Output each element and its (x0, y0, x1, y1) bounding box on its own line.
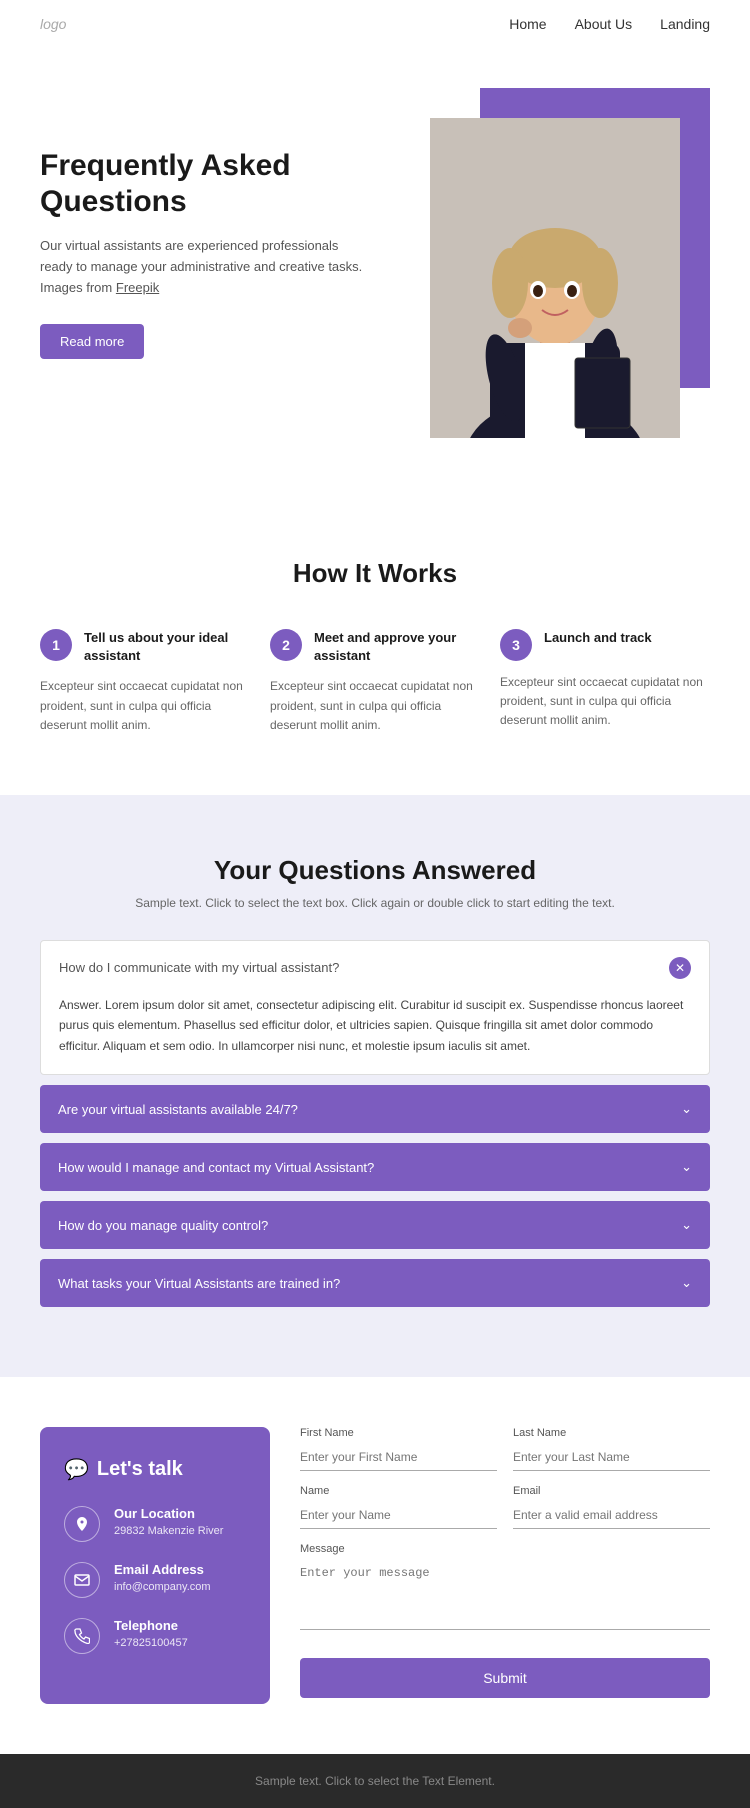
chevron-down-icon-1: ⌄ (681, 1101, 692, 1117)
navbar: logo Home About Us Landing (0, 0, 750, 48)
contact-email-info: Email Address info@company.com (114, 1562, 211, 1593)
name-group: Name (300, 1485, 497, 1529)
how-it-works-title: How It Works (40, 558, 710, 589)
contact-card-title: 💬 Let's talk (64, 1457, 246, 1482)
form-row-3: Message (300, 1543, 710, 1630)
last-name-group: Last Name (513, 1427, 710, 1471)
contact-phone-item: Telephone +27825100457 (64, 1618, 246, 1654)
hero-content: Frequently Asked Questions Our virtual a… (40, 88, 385, 359)
step-1: 1 Tell us about your ideal assistant Exc… (40, 629, 250, 735)
email-group: Email (513, 1485, 710, 1529)
faq-item-closed-2[interactable]: How would I manage and contact my Virtua… (40, 1143, 710, 1191)
faq-open-answer: Answer. Lorem ipsum dolor sit amet, cons… (41, 995, 709, 1074)
step-3-number: 3 (500, 629, 532, 661)
contact-card: 💬 Let's talk Our Location 29832 Makenzie… (40, 1427, 270, 1704)
contact-phone-info: Telephone +27825100457 (114, 1618, 188, 1649)
faq-open-icon: ✕ (669, 957, 691, 979)
step-2-number: 2 (270, 629, 302, 661)
hero-description: Our virtual assistants are experienced p… (40, 236, 365, 298)
nav-about[interactable]: About Us (575, 16, 633, 32)
location-icon (64, 1506, 100, 1542)
form-row-2: Name Email (300, 1485, 710, 1529)
logo: logo (40, 16, 66, 32)
location-label: Our Location (114, 1506, 223, 1521)
faq-closed-3-text: How do you manage quality control? (58, 1218, 268, 1233)
faq-open-question-text: How do I communicate with my virtual ass… (59, 960, 339, 975)
name-input[interactable] (300, 1502, 497, 1529)
step-2-header: 2 Meet and approve your assistant (270, 629, 480, 665)
phone-value: +27825100457 (114, 1637, 188, 1649)
step-2: 2 Meet and approve your assistant Except… (270, 629, 480, 735)
step-2-text: Excepteur sint occaecat cupidatat non pr… (270, 677, 480, 735)
step-1-number: 1 (40, 629, 72, 661)
freepik-link[interactable]: Freepik (116, 280, 159, 295)
faq-closed-4-text: What tasks your Virtual Assistants are t… (58, 1276, 340, 1291)
contact-location-info: Our Location 29832 Makenzie River (114, 1506, 223, 1537)
contact-email-item: Email Address info@company.com (64, 1562, 246, 1598)
first-name-input[interactable] (300, 1444, 497, 1471)
phone-label: Telephone (114, 1618, 188, 1633)
submit-button[interactable]: Submit (300, 1658, 710, 1698)
faq-item-closed-1[interactable]: Are your virtual assistants available 24… (40, 1085, 710, 1133)
step-1-title: Tell us about your ideal assistant (84, 629, 250, 665)
last-name-input[interactable] (513, 1444, 710, 1471)
faq-item-closed-3[interactable]: How do you manage quality control? ⌄ (40, 1201, 710, 1249)
step-3-title: Launch and track (544, 629, 652, 647)
faq-closed-1-text: Are your virtual assistants available 24… (58, 1102, 298, 1117)
hero-title: Frequently Asked Questions (40, 148, 365, 220)
contact-section: 💬 Let's talk Our Location 29832 Makenzie… (0, 1377, 750, 1754)
faq-title: Your Questions Answered (40, 855, 710, 886)
step-3-header: 3 Launch and track (500, 629, 710, 661)
hero-image (430, 118, 680, 438)
step-3-text: Excepteur sint occaecat cupidatat non pr… (500, 673, 710, 731)
contact-location-item: Our Location 29832 Makenzie River (64, 1506, 246, 1542)
chat-icon: 💬 (64, 1457, 89, 1482)
faq-closed-2-text: How would I manage and contact my Virtua… (58, 1160, 374, 1175)
step-3: 3 Launch and track Excepteur sint occaec… (500, 629, 710, 735)
how-it-works-section: How It Works 1 Tell us about your ideal … (0, 498, 750, 795)
contact-form: First Name Last Name Name Email Message (300, 1427, 710, 1698)
location-value: 29832 Makenzie River (114, 1525, 223, 1537)
faq-subtitle: Sample text. Click to select the text bo… (40, 896, 710, 910)
email-icon (64, 1562, 100, 1598)
faq-item-open[interactable]: How do I communicate with my virtual ass… (40, 940, 710, 1075)
chevron-down-icon-3: ⌄ (681, 1217, 692, 1233)
hero-image-wrapper (385, 88, 710, 438)
nav-landing[interactable]: Landing (660, 16, 710, 32)
message-group: Message (300, 1543, 710, 1630)
step-2-title: Meet and approve your assistant (314, 629, 480, 665)
phone-icon (64, 1618, 100, 1654)
name-label: Name (300, 1485, 497, 1497)
footer: Sample text. Click to select the Text El… (0, 1754, 750, 1808)
footer-text: Sample text. Click to select the Text El… (255, 1774, 495, 1788)
faq-item-closed-4[interactable]: What tasks your Virtual Assistants are t… (40, 1259, 710, 1307)
email-value: info@company.com (114, 1581, 211, 1593)
nav-home[interactable]: Home (509, 16, 546, 32)
email-label: Email Address (114, 1562, 211, 1577)
step-1-header: 1 Tell us about your ideal assistant (40, 629, 250, 665)
chevron-down-icon-4: ⌄ (681, 1275, 692, 1291)
nav-links: Home About Us Landing (509, 16, 710, 32)
last-name-label: Last Name (513, 1427, 710, 1439)
step-1-text: Excepteur sint occaecat cupidatat non pr… (40, 677, 250, 735)
email-label: Email (513, 1485, 710, 1497)
first-name-label: First Name (300, 1427, 497, 1439)
first-name-group: First Name (300, 1427, 497, 1471)
form-row-1: First Name Last Name (300, 1427, 710, 1471)
message-textarea[interactable] (300, 1560, 710, 1630)
steps-container: 1 Tell us about your ideal assistant Exc… (40, 629, 710, 735)
faq-open-question-row[interactable]: How do I communicate with my virtual ass… (41, 941, 709, 995)
chevron-down-icon-2: ⌄ (681, 1159, 692, 1175)
faq-section: Your Questions Answered Sample text. Cli… (0, 795, 750, 1377)
message-label: Message (300, 1543, 710, 1555)
hero-section: Frequently Asked Questions Our virtual a… (0, 48, 750, 498)
read-more-button[interactable]: Read more (40, 324, 144, 359)
person-illustration (430, 118, 680, 438)
email-input[interactable] (513, 1502, 710, 1529)
